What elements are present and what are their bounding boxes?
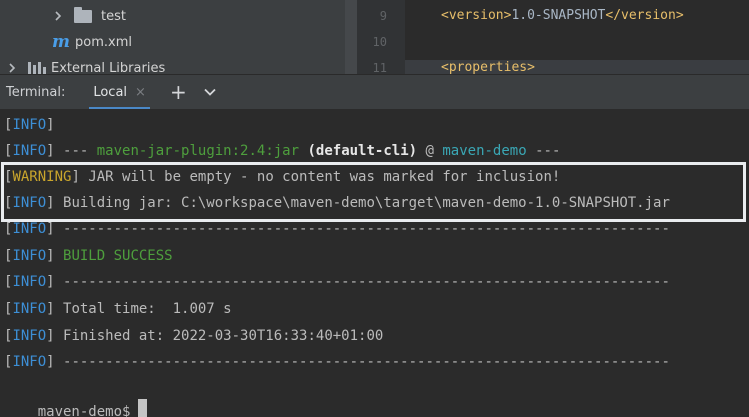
bracket: ] (46, 328, 55, 344)
tree-item-external-libraries[interactable]: External Libraries (6, 55, 165, 74)
project-tree: test m pom.xml External Libraries (0, 0, 357, 74)
panel-splitter[interactable] (345, 0, 357, 74)
log-text: ----------------------------------------… (54, 221, 670, 237)
terminal-line: [INFO] ---------------------------------… (4, 272, 670, 292)
terminal-output[interactable]: [INFO] [INFO] --- maven-jar-plugin:2.4:ja… (0, 109, 749, 417)
chevron-down-icon[interactable] (203, 85, 217, 99)
bracket: ] (46, 221, 55, 237)
terminal-line: [INFO] BUILD SUCCESS (4, 246, 173, 266)
shell-prompt: maven-demo$ (37, 404, 131, 417)
chevron-right-icon[interactable] (52, 10, 64, 22)
tree-item-test[interactable]: test (52, 3, 126, 29)
bracket: ] (46, 117, 55, 133)
log-text: Total time: 1.007 s (54, 301, 232, 317)
tree-item-label: pom.xml (75, 34, 132, 50)
log-level: INFO (12, 274, 47, 290)
code-line: <version>1.0-SNAPSHOT</version> (441, 8, 684, 23)
tree-item-label: External Libraries (51, 60, 166, 75)
terminal-line: [INFO] Finished at: 2022-03-30T16:33:40+… (4, 326, 383, 346)
terminal-title: Terminal: (6, 84, 66, 100)
log-level: INFO (12, 221, 47, 237)
log-text: --- (526, 143, 561, 159)
log-text: maven-jar-plugin:2.4:jar (96, 143, 300, 159)
folder-icon (74, 6, 92, 23)
log-text: (default-cli) (307, 143, 418, 159)
highlight-box (1, 162, 746, 222)
code-editor[interactable]: 9 <version>1.0-SNAPSHOT</version> 10 11 … (357, 0, 749, 74)
bracket: ] (46, 143, 55, 159)
code-line: <properties> (441, 60, 535, 74)
log-level: INFO (12, 248, 47, 264)
tree-item-label: test (101, 8, 126, 24)
log-text: @ (417, 143, 443, 159)
bracket: ] (46, 301, 55, 317)
new-tab-button[interactable]: + (170, 82, 187, 102)
terminal-line: [INFO] (4, 115, 55, 135)
terminal-line: [INFO] ---------------------------------… (4, 219, 670, 239)
log-text: ----------------------------------------… (54, 354, 670, 370)
log-text: Finished at: 2022-03-30T16:33:40+01:00 (54, 328, 384, 344)
bracket: ] (46, 274, 55, 290)
terminal-line: [INFO] ---------------------------------… (4, 352, 670, 372)
log-level: INFO (12, 117, 47, 133)
bracket: ] (46, 354, 55, 370)
log-level: INFO (12, 354, 47, 370)
text-cursor (138, 399, 148, 417)
log-level: INFO (12, 143, 47, 159)
line-number: 9 (379, 9, 387, 23)
tree-item-pom[interactable]: m pom.xml (52, 29, 132, 55)
line-number: 10 (372, 35, 387, 49)
tab-label: Local (93, 84, 128, 100)
terminal-line: [INFO] Total time: 1.007 s (4, 299, 232, 319)
xml-tag: </version> (605, 8, 684, 23)
terminal-toolbar: Terminal: Local × + (0, 74, 749, 110)
top-panels: test m pom.xml External Libraries 9 <ver… (0, 0, 749, 74)
log-text: --- (54, 143, 97, 159)
tab-local[interactable]: Local × (89, 75, 150, 110)
xml-tag: <properties> (441, 60, 535, 74)
xml-tag: <version> (441, 8, 512, 23)
line-number: 11 (372, 61, 387, 74)
chevron-right-icon[interactable] (6, 62, 18, 74)
bracket: ] (46, 248, 55, 264)
log-text: BUILD SUCCESS (54, 248, 173, 264)
log-level: INFO (12, 301, 47, 317)
log-text: ----------------------------------------… (54, 274, 670, 290)
log-text: maven-demo (442, 143, 527, 159)
xml-text: 1.0-SNAPSHOT (511, 8, 606, 23)
close-icon[interactable]: × (135, 85, 146, 100)
libraries-icon (28, 61, 46, 74)
prompt-line[interactable]: maven-demo$ (4, 379, 148, 417)
terminal-line: [INFO] --- maven-jar-plugin:2.4:jar (def… (4, 141, 560, 161)
log-level: INFO (12, 328, 47, 344)
maven-icon: m (52, 31, 70, 52)
